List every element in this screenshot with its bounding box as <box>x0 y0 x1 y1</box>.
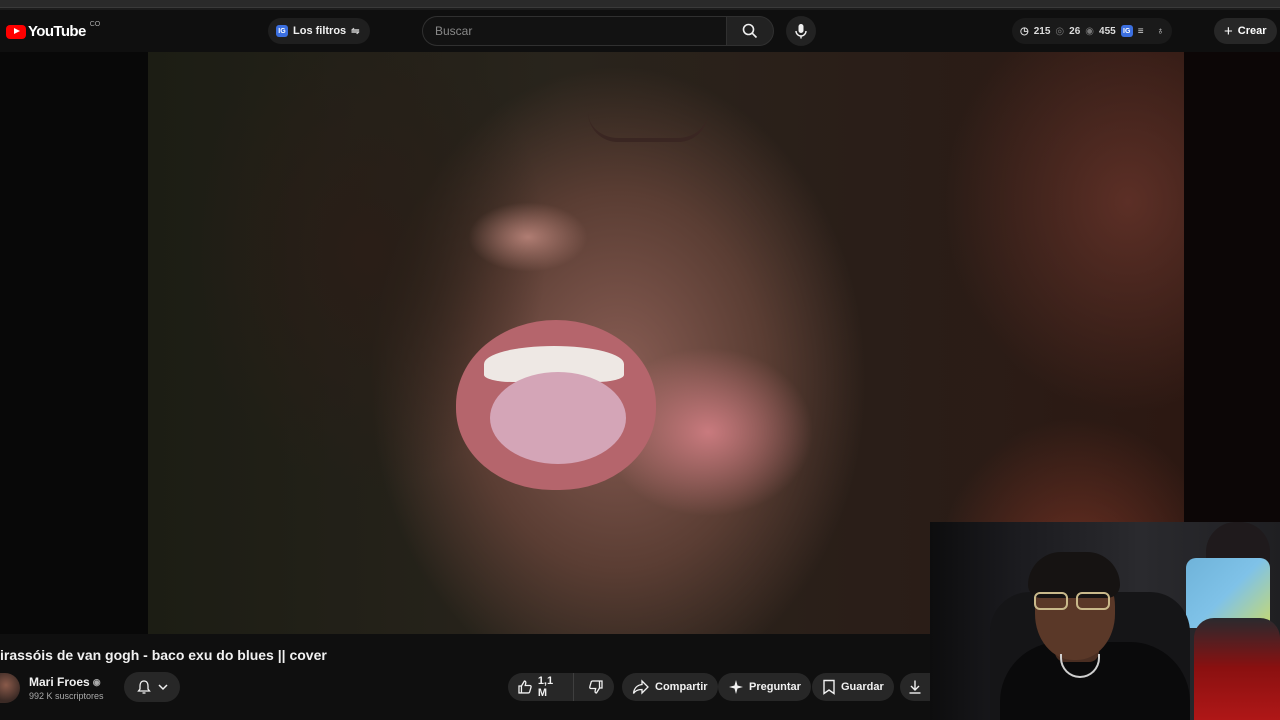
clock-icon: ◷ <box>1020 25 1029 37</box>
like-button[interactable]: 1,1 M <box>508 673 574 701</box>
extension-badge: IG <box>276 25 288 37</box>
video-frame-mouth <box>456 320 656 490</box>
sparkle-icon <box>729 680 743 694</box>
masthead: YouTube CO IG Los filtros ⇋ Buscar ◷ 215… <box>0 10 1280 52</box>
search-button[interactable] <box>726 16 774 46</box>
player-letterbox-right <box>1184 52 1280 524</box>
youtube-logo[interactable]: YouTube CO <box>6 21 101 40</box>
eye-icon: ◉ <box>1085 25 1095 37</box>
bookmark-icon <box>823 679 835 695</box>
bell-icon <box>137 680 151 694</box>
stat-value: 26 <box>1069 25 1081 37</box>
verified-icon: ◉ <box>92 676 101 687</box>
voice-search-button[interactable] <box>786 16 816 46</box>
video-frame-tongue <box>490 372 626 464</box>
glasses-lens <box>1076 592 1110 610</box>
ask-button[interactable]: Preguntar <box>718 673 811 701</box>
create-label: Crear <box>1237 25 1267 37</box>
stat-value: 215 <box>1033 25 1051 37</box>
player-letterbox-left <box>0 52 148 634</box>
save-label: Guardar <box>841 681 884 693</box>
plus-icon: + <box>1224 22 1233 40</box>
webcam-person-glasses <box>1034 592 1114 612</box>
mic-icon <box>795 24 807 39</box>
like-count: 1,1 M <box>537 675 554 699</box>
channel-info: Mari Froes ◉ 992 K suscriptores <box>0 672 104 704</box>
youtube-logo-icon <box>6 24 26 39</box>
ask-label: Preguntar <box>749 681 801 693</box>
tune-icon: ⇋ <box>351 25 360 37</box>
browser-tab-strip <box>0 0 1280 10</box>
share-icon <box>632 679 649 695</box>
channel-meta: Mari Froes ◉ 992 K suscriptores <box>29 675 104 701</box>
create-button[interactable]: + Crear <box>1214 18 1277 44</box>
webcam-background-red-item <box>1194 618 1280 720</box>
download-icon <box>909 680 921 694</box>
video-title: irassóis de van gogh - baco exu do blues… <box>0 647 327 663</box>
list-icon: ≡ <box>1137 25 1144 37</box>
country-code: CO <box>89 21 101 28</box>
channel-name: Mari Froes <box>29 675 90 689</box>
eye-icon: ◎ <box>1055 25 1065 37</box>
search-input[interactable]: Buscar <box>422 16 726 46</box>
streamer-webcam-overlay <box>930 522 1280 720</box>
video-frame-nose <box>468 202 588 272</box>
extension-stats[interactable]: ◷ 215 ◎ 26 ◉ 455 IG ≡ ♁ <box>1012 18 1173 44</box>
dislike-button[interactable] <box>579 673 614 701</box>
glasses-lens <box>1034 592 1068 610</box>
chevron-down-icon <box>158 684 168 691</box>
share-label: Compartir <box>655 681 708 693</box>
channel-avatar[interactable] <box>0 673 20 703</box>
like-dislike-group: 1,1 M <box>508 673 614 701</box>
notifications-button[interactable] <box>124 672 180 702</box>
thumbs-up-icon <box>518 680 532 694</box>
logo-text: YouTube <box>28 23 86 40</box>
share-button[interactable]: Compartir <box>622 673 718 701</box>
save-button[interactable]: Guardar <box>812 673 894 701</box>
search-bar: Buscar <box>422 16 774 46</box>
subscriber-count: 992 K suscriptores <box>29 691 104 701</box>
filters-button[interactable]: IG Los filtros ⇋ <box>268 18 370 44</box>
search-icon <box>742 23 758 39</box>
extension-badge: IG <box>1120 25 1133 37</box>
stat-value: 455 <box>1099 25 1116 37</box>
video-frame-eye <box>588 112 708 142</box>
filters-label: Los filtros <box>293 25 347 37</box>
bulb-icon: ♁ <box>1156 25 1165 37</box>
channel-name-row[interactable]: Mari Froes ◉ <box>29 675 104 689</box>
browser-tab-bar <box>0 0 1280 8</box>
thumbs-down-icon <box>589 680 603 694</box>
